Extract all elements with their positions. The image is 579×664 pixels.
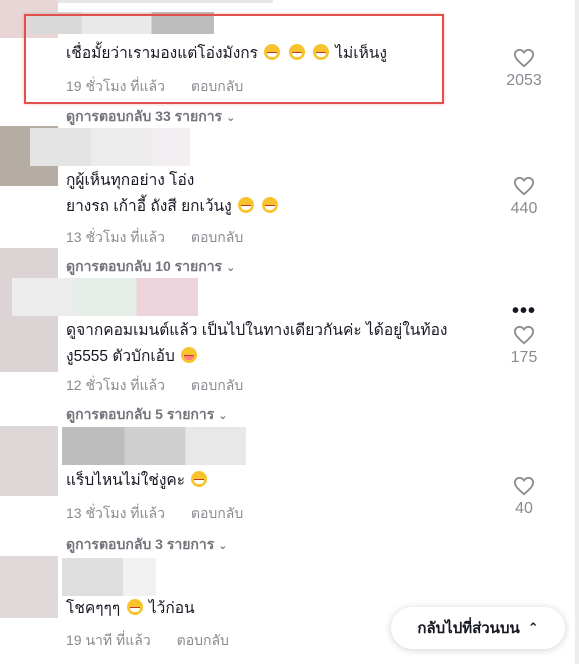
like-count: 440 [510,200,538,217]
grinning-emoji-icon [126,599,143,615]
chevron-up-icon: ⌃ [527,620,539,635]
highlight-box [24,14,444,104]
heart-icon [513,48,535,68]
grinning-emoji-icon [262,197,279,213]
reply-button[interactable]: ตอบกลับ [191,505,243,521]
scrollbar-track[interactable] [575,0,579,664]
blurred-username [62,558,156,596]
more-options-button[interactable]: ••• [512,300,536,323]
comment-text: ดูจากคอมเมนต์แล้ว เป็นไปในทางเดียวกันค่ะ… [66,322,448,365]
grinning-sweat-emoji-icon [191,471,208,487]
blurred-username [62,427,246,465]
like-button[interactable]: 40 [494,476,554,518]
blurred-username [12,278,198,316]
view-replies-button[interactable]: ดูการตอบกลับ 5 รายการ ⌄ [66,404,228,426]
grinning-emoji-icon [238,197,255,213]
back-to-top-button[interactable]: กลับไปที่ส่วนบน ⌃ [391,607,565,649]
chevron-down-icon: ⌄ [226,261,236,274]
like-count: 40 [515,500,533,517]
comment-meta: 19 นาที ที่แล้ว ตอบกลับ [66,630,229,652]
back-to-top-label: กลับไปที่ส่วนบน [417,620,520,637]
comment-meta: 13 ชั่วโมง ที่แล้ว ตอบกลับ [66,503,243,525]
like-button[interactable]: 2053 [494,48,554,90]
comment-text: กูผู้เห็นทุกอย่าง โอ่ง ยางรถ เก้าอี้ ถัง… [66,168,280,220]
comment-text: แร็บไหนไม่ใช่งูคะ [66,468,209,494]
laughing-emoji-icon [181,347,198,363]
blurred-username [30,128,190,166]
reply-button[interactable]: ตอบกลับ [191,377,243,393]
comment-time: 19 นาที ที่แล้ว [66,632,151,648]
heart-icon [513,325,535,345]
view-replies-button[interactable]: ดูการตอบกลับ 10 รายการ ⌄ [66,256,235,278]
comment-time: 12 ชั่วโมง ที่แล้ว [66,377,165,393]
like-button[interactable]: 175 [494,325,554,367]
chevron-down-icon: ⌄ [218,409,228,422]
comment-text: โชคๆๆๆ ไว้ก่อน [66,599,195,617]
avatar[interactable] [0,426,58,496]
comment-time: 13 ชั่วโมง ที่แล้ว [66,229,165,245]
reply-button[interactable]: ตอบกลับ [177,632,229,648]
view-replies-button[interactable]: ดูการตอบกลับ 33 รายการ ⌄ [66,106,235,128]
comment-time: 13 ชั่วโมง ที่แล้ว [66,505,165,521]
top-divider [58,0,273,3]
ellipsis-icon: ••• [512,300,537,322]
view-replies-button[interactable]: ดูการตอบกลับ 3 รายการ ⌄ [66,534,228,556]
like-count: 175 [510,349,538,366]
chevron-down-icon: ⌄ [226,111,236,124]
like-button[interactable]: 440 [494,176,554,218]
heart-icon [513,476,535,496]
heart-icon [513,176,535,196]
reply-button[interactable]: ตอบกลับ [191,229,243,245]
comment-meta: 12 ชั่วโมง ที่แล้ว ตอบกลับ [66,375,243,397]
like-count: 2053 [506,72,542,89]
avatar[interactable] [0,556,58,618]
chevron-down-icon: ⌄ [218,539,228,552]
comment-meta: 13 ชั่วโมง ที่แล้ว ตอบกลับ [66,227,243,249]
